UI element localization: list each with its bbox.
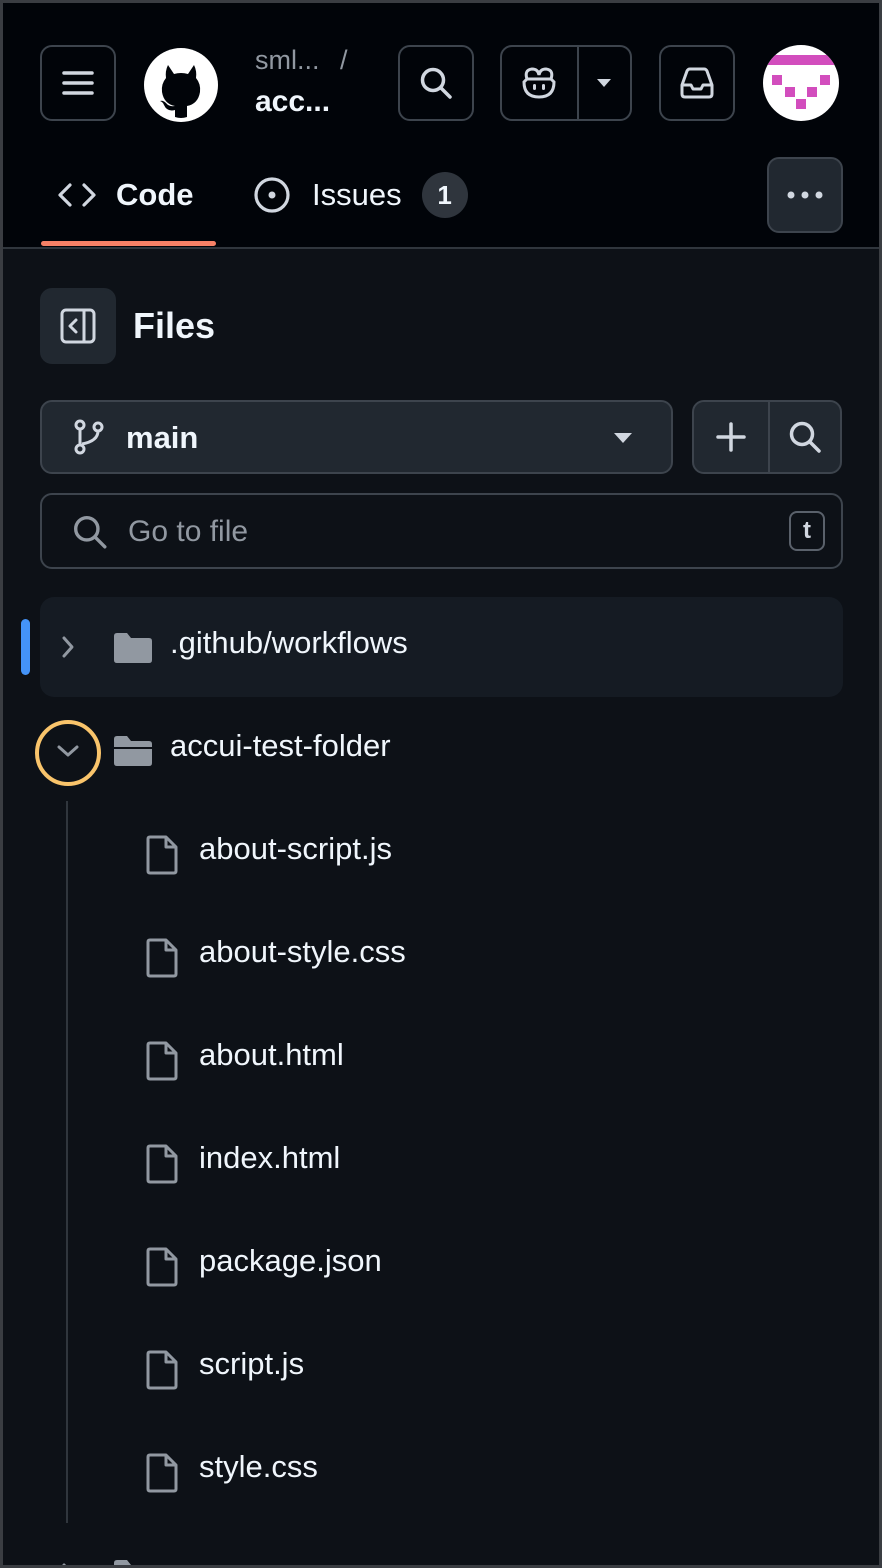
chevron-right-icon[interactable]: [61, 635, 75, 659]
tree-file-row[interactable]: script.js: [3, 1318, 879, 1418]
code-icon: [58, 183, 96, 207]
file-icon: [146, 1247, 178, 1287]
file-icon: [146, 1041, 178, 1081]
selected-row-highlight: [40, 597, 843, 697]
inbox-button[interactable]: [659, 45, 735, 121]
branch-selector[interactable]: main: [40, 400, 673, 474]
chevron-right-icon[interactable]: [61, 1562, 75, 1568]
folder-icon: [114, 633, 152, 663]
tab-issues[interactable]: Issues 1: [253, 163, 468, 227]
issue-opened-icon: [254, 177, 290, 213]
file-name: about.html: [199, 1037, 344, 1072]
tree-folder-row[interactable]: accui-test-folder: [3, 700, 879, 800]
hamburger-icon: [62, 71, 94, 95]
copilot-icon: [522, 67, 556, 99]
collapse-sidebar-button[interactable]: [40, 288, 116, 364]
file-icon: [146, 1453, 178, 1493]
file-name: style.css: [199, 1449, 318, 1484]
plus-icon: [716, 422, 746, 452]
search-icon: [789, 421, 821, 453]
selected-row-indicator: [21, 619, 30, 675]
inbox-icon: [680, 67, 714, 99]
user-avatar[interactable]: [763, 45, 839, 121]
file-actions-group: [692, 400, 842, 474]
issues-count-badge: 1: [421, 172, 468, 218]
tree-file-row[interactable]: package.json: [3, 1215, 879, 1315]
repo-header: sml... / acc... Code Issues 1: [3, 3, 879, 249]
folder-open-icon: [114, 736, 152, 766]
path-separator: /: [340, 45, 348, 75]
search-icon: [74, 516, 107, 549]
tree-folder-row-partial[interactable]: [3, 1524, 879, 1568]
file-icon: [146, 835, 178, 875]
menu-button[interactable]: [40, 45, 116, 121]
tab-issues-label: Issues: [312, 177, 402, 212]
triangle-down-icon: [614, 433, 632, 443]
git-branch-icon: [74, 419, 104, 455]
github-logo-icon[interactable]: [143, 47, 219, 123]
folder-icon: [114, 1560, 149, 1565]
tree-file-row[interactable]: about-script.js: [3, 803, 879, 903]
file-name: script.js: [199, 1346, 305, 1381]
file-name: package.json: [199, 1243, 382, 1278]
file-name: index.html: [199, 1140, 341, 1175]
folder-name: accui-test-folder: [170, 728, 391, 763]
add-file-button[interactable]: [694, 402, 768, 472]
keyboard-shortcut-hint: t: [789, 511, 825, 551]
focus-highlight-ring: [35, 720, 101, 786]
tab-code[interactable]: Code: [58, 163, 194, 227]
copilot-dropdown-button[interactable]: [579, 47, 630, 119]
tab-code-label: Code: [116, 177, 194, 212]
folder-name: .github/workflows: [170, 625, 408, 660]
repo-name[interactable]: acc...: [255, 85, 330, 119]
search-button[interactable]: [398, 45, 474, 121]
tree-file-row[interactable]: about-style.css: [3, 906, 879, 1006]
search-code-button[interactable]: [770, 402, 840, 472]
tree-file-row[interactable]: index.html: [3, 1112, 879, 1212]
tab-selected-underline: [41, 241, 216, 246]
more-options-button[interactable]: [767, 157, 843, 233]
go-to-file-input[interactable]: Go to file t: [40, 493, 843, 569]
file-name: about-style.css: [199, 934, 406, 969]
go-to-file-placeholder: Go to file: [128, 515, 249, 548]
files-panel-title: Files: [133, 305, 216, 346]
search-icon: [420, 67, 452, 99]
tree-file-row[interactable]: style.css: [3, 1421, 879, 1521]
copilot-button[interactable]: [502, 47, 577, 119]
copilot-button-group[interactable]: [500, 45, 632, 121]
file-name: about-script.js: [199, 831, 392, 866]
kebab-horizontal-icon: [787, 191, 823, 199]
repo-owner[interactable]: sml...: [255, 45, 320, 76]
tree-file-row[interactable]: about.html: [3, 1009, 879, 1109]
sidebar-collapse-icon: [60, 308, 96, 344]
file-icon: [146, 938, 178, 978]
triangle-down-icon: [597, 79, 612, 87]
tree-folder-row[interactable]: .github/workflows: [3, 597, 879, 697]
branch-name: main: [126, 420, 199, 455]
app-frame: sml... / acc... Code Issues 1 Files main…: [0, 0, 882, 1568]
file-icon: [146, 1144, 178, 1184]
file-icon: [146, 1350, 178, 1390]
